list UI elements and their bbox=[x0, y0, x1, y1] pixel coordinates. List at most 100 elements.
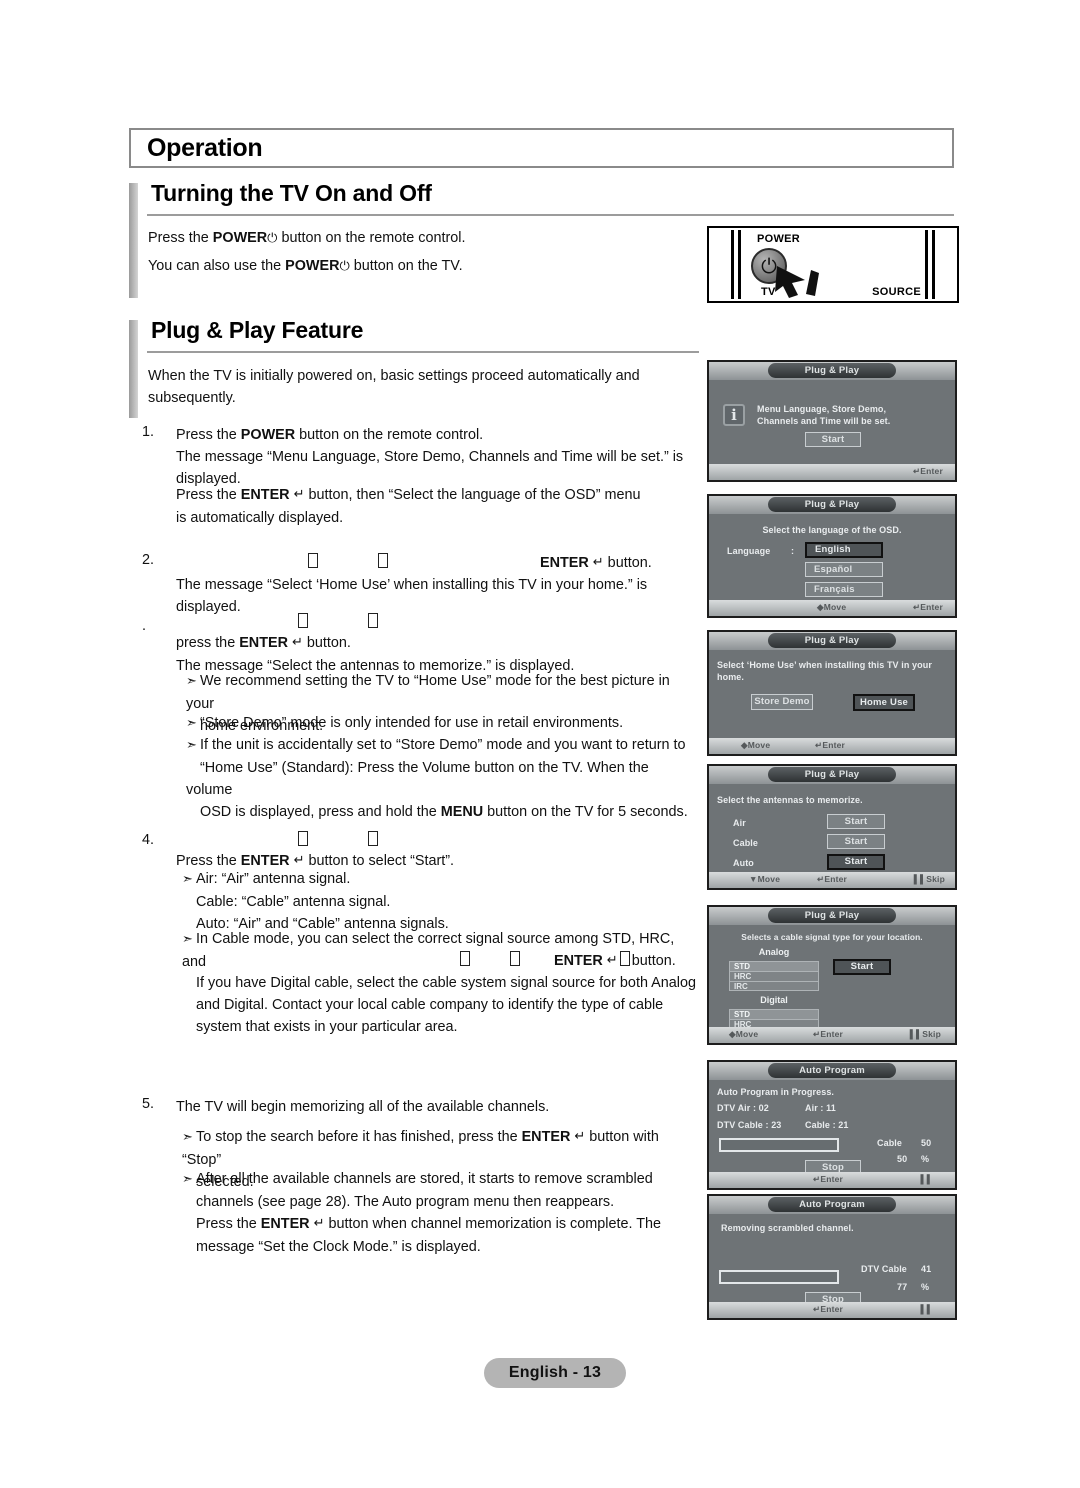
figure-edge-line bbox=[731, 230, 734, 299]
enter-key-icon: ↵ bbox=[606, 953, 618, 968]
text-fragment: If the unit is accidentally set to “Stor… bbox=[200, 737, 686, 753]
osd-message: Select the language of the OSD. bbox=[762, 525, 902, 535]
language-option-english[interactable]: English bbox=[805, 542, 883, 558]
power-bold: POWER bbox=[285, 258, 340, 274]
analog-option-hrc[interactable]: HRC bbox=[729, 971, 819, 981]
step-3-first-line bbox=[176, 612, 696, 634]
text-fragment: Cable: “Cable” antenna signal. bbox=[196, 894, 391, 910]
figure-power-label: POWER bbox=[757, 233, 801, 245]
progress-percent-value: 50 bbox=[897, 1154, 908, 1164]
missing-glyph-box bbox=[378, 553, 388, 568]
step-3-bullet-3: ➣ If the unit is accidentally set to “Sto… bbox=[186, 734, 698, 823]
row-label-cable: Cable bbox=[733, 838, 759, 848]
enter-bold: ENTER bbox=[260, 1216, 310, 1232]
start-button[interactable]: Start bbox=[805, 432, 861, 447]
hint-enter: ↵Enter bbox=[912, 602, 943, 612]
osd-panel-language: Plug & Play Select the language of the O… bbox=[707, 494, 957, 618]
info-icon: i bbox=[723, 404, 745, 426]
page-footer: English - 13 bbox=[484, 1358, 626, 1388]
step-1-text: Press the POWER button on the remote con… bbox=[176, 424, 696, 490]
dtv-cable-count: DTV Cable : 23 bbox=[717, 1120, 782, 1130]
section-rule bbox=[147, 351, 699, 353]
hint-enter: ↵Enter bbox=[912, 466, 943, 476]
osd-message: Removing scrambled channel. bbox=[721, 1223, 854, 1233]
osd-title: Auto Program bbox=[768, 1063, 896, 1078]
enter-key-icon: ↵ bbox=[293, 487, 305, 502]
progress-percent-sign: % bbox=[921, 1154, 930, 1164]
analog-option-irc[interactable]: IRC bbox=[729, 981, 819, 991]
progress-percent-value: 77 bbox=[897, 1282, 908, 1292]
hint-move: ▼Move bbox=[749, 874, 781, 884]
hint-enter: ↵Enter bbox=[813, 1029, 844, 1039]
power-symbol-icon: ⏻ bbox=[267, 231, 278, 246]
chapter-title: Operation bbox=[147, 134, 263, 162]
step-4-bullet-2-line2: ENTER ↵ button. bbox=[182, 950, 697, 973]
language-option-espanol[interactable]: Español bbox=[805, 562, 883, 577]
cable-start-button[interactable]: Start bbox=[827, 834, 885, 849]
store-demo-button[interactable]: Store Demo bbox=[751, 694, 813, 710]
text-fragment: button on the TV. bbox=[349, 258, 463, 274]
digital-option-std[interactable]: STD bbox=[729, 1009, 819, 1019]
step-5-bullet-2: ➣ After all the available channels are st… bbox=[182, 1168, 697, 1258]
progress-bar bbox=[719, 1270, 839, 1284]
auto-start-button[interactable]: Start bbox=[827, 854, 885, 870]
section-accent-bar bbox=[129, 183, 138, 298]
step-2-first-line: ENTER ↵ button. bbox=[176, 552, 696, 575]
osd-panel-removing-scrambled: Auto Program Removing scrambled channel.… bbox=[707, 1194, 957, 1320]
osd-stage: Select ‘Home Use’ when installing this T… bbox=[709, 650, 955, 738]
figure-tv-label: TV bbox=[761, 286, 776, 298]
hint-bars-icon: ▌▌ bbox=[920, 1304, 933, 1314]
language-label: Language bbox=[727, 546, 771, 556]
enter-bold: ENTER bbox=[554, 953, 603, 969]
osd-stage: Auto Program in Progress. DTV Air : 02 A… bbox=[709, 1080, 955, 1175]
text-fragment: button, then “Select the language of the… bbox=[304, 487, 641, 503]
text-fragment: The message “Select ‘Home Use’ when inst… bbox=[176, 577, 648, 593]
figure-edge-line bbox=[738, 230, 741, 299]
cable-count: Cable : 21 bbox=[805, 1120, 849, 1130]
hint-move: ◆Move bbox=[729, 1029, 759, 1039]
power-bold: POWER bbox=[240, 427, 296, 443]
text-fragment: “Home Use” (Standard): Press the Volume … bbox=[186, 760, 649, 798]
text-fragment: Channels and Time will be set. bbox=[757, 416, 891, 426]
bullet-arrow-icon: ➣ bbox=[182, 1172, 193, 1187]
air-start-button[interactable]: Start bbox=[827, 814, 885, 829]
text-fragment: button. bbox=[603, 555, 652, 571]
analog-option-std[interactable]: STD bbox=[729, 961, 819, 971]
step-4-number: 4. bbox=[142, 832, 155, 848]
osd-title: Auto Program bbox=[768, 1197, 896, 1212]
osd-message: Select ‘Home Use’ when installing this T… bbox=[717, 659, 949, 683]
missing-glyph-box bbox=[460, 951, 470, 966]
home-use-button[interactable]: Home Use bbox=[853, 694, 915, 711]
figure-edge-line bbox=[925, 230, 928, 299]
row-label-auto: Auto bbox=[733, 858, 754, 868]
text-fragment: button when channel memorization is comp… bbox=[324, 1216, 661, 1232]
missing-glyph-box bbox=[298, 831, 308, 846]
language-option-francais[interactable]: Français bbox=[805, 582, 883, 597]
step-2-number: 2. bbox=[142, 552, 155, 568]
step-3-bullet-2: ➣ “Store Demo” mode is only intended for … bbox=[186, 712, 696, 735]
chapter-title-box: Operation bbox=[129, 128, 954, 168]
enter-key-icon: ↵ bbox=[574, 1129, 586, 1144]
text-fragment: The message “Menu Language, Store Demo, … bbox=[176, 449, 684, 465]
power-symbol-icon: ⏻ bbox=[339, 259, 350, 274]
digital-group-label: Digital bbox=[760, 995, 788, 1005]
section-rule bbox=[147, 214, 954, 216]
missing-glyph-box bbox=[619, 951, 630, 966]
colon-separator: : bbox=[791, 546, 795, 556]
text-fragment: If you have Digital cable, select the ca… bbox=[196, 975, 696, 991]
section-accent-bar bbox=[129, 320, 138, 418]
hint-enter: ↵Enter bbox=[813, 1174, 844, 1184]
analog-options-list[interactable]: STD HRC IRC bbox=[729, 961, 819, 991]
start-button[interactable]: Start bbox=[833, 959, 891, 975]
text-fragment: Press the bbox=[196, 1216, 261, 1232]
missing-glyph-box bbox=[308, 553, 318, 568]
bullet-arrow-icon: ➣ bbox=[182, 1130, 193, 1145]
text-fragment: You can also use the bbox=[148, 258, 286, 274]
osd-panel-plug-play-intro: Plug & Play i Menu Language, Store Demo,… bbox=[707, 360, 957, 482]
missing-glyph-box bbox=[368, 613, 378, 628]
progress-percent-sign: % bbox=[921, 1282, 930, 1292]
missing-glyph-box bbox=[368, 831, 378, 846]
section-title-turning-on: Turning the TV On and Off bbox=[151, 180, 432, 206]
text-fragment: channels (see page 28). The Auto program… bbox=[196, 1194, 615, 1210]
osd-bottom-bar: ◆Move ↵Enter bbox=[709, 600, 955, 616]
